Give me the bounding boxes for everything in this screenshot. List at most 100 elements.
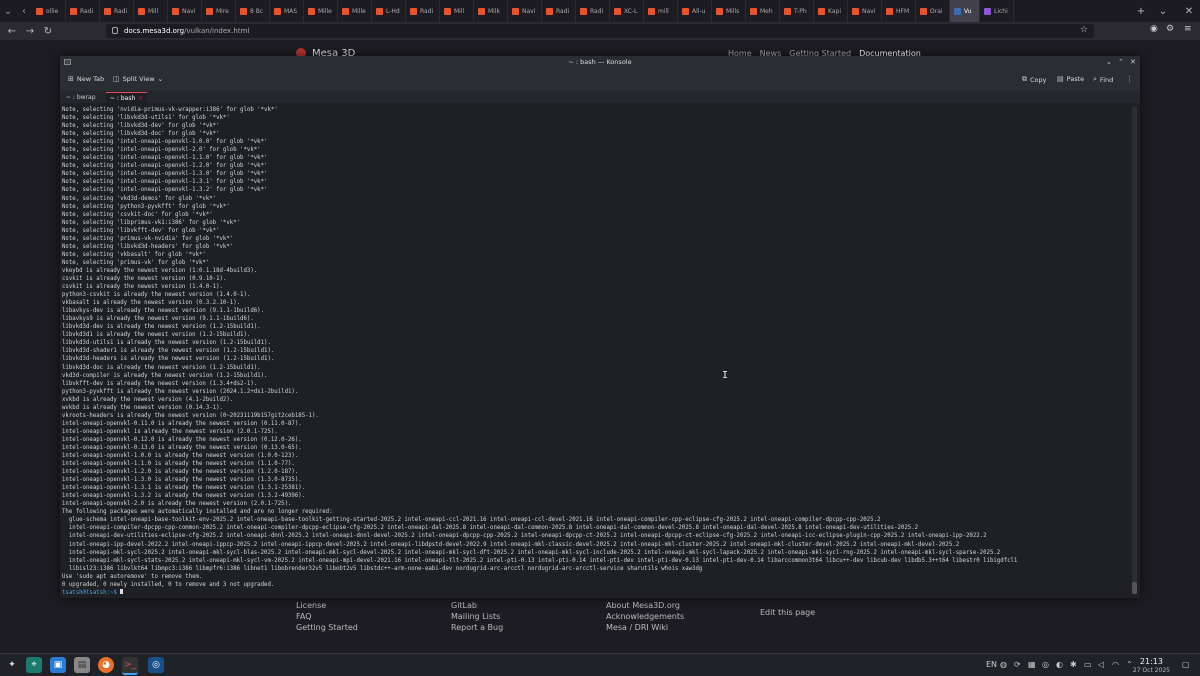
- footer-getting-started[interactable]: Getting Started: [296, 622, 358, 633]
- browser-tab[interactable]: ollie: [32, 0, 66, 22]
- location-pin-icon[interactable]: ⌖: [26, 657, 42, 673]
- terminal-line: libvkd3d-doc is already the newest versi…: [62, 364, 261, 371]
- browser-tab[interactable]: Radi: [66, 0, 100, 22]
- tab-bash[interactable]: ~ : bash ✕: [106, 92, 148, 103]
- browser-tab[interactable]: Radi: [406, 0, 440, 22]
- browser-tab[interactable]: Mills: [712, 0, 746, 22]
- tab-scroll-left-icon[interactable]: ‹: [16, 0, 32, 22]
- browser-tab[interactable]: Navi: [168, 0, 202, 22]
- maximize-icon[interactable]: ⌃: [1118, 56, 1124, 69]
- hamburger-menu-icon[interactable]: ⋮: [1126, 75, 1133, 83]
- browser-tab[interactable]: Radi: [100, 0, 134, 22]
- favicon-icon: [410, 7, 417, 15]
- browser-tab[interactable]: Navi: [508, 0, 542, 22]
- volume-icon[interactable]: ◁: [1098, 660, 1104, 669]
- browser-tab[interactable]: MAS: [270, 0, 304, 22]
- browser-tab[interactable]: XC-L: [610, 0, 644, 22]
- footer-report-bug[interactable]: Report a Bug: [451, 622, 503, 633]
- terminal-output[interactable]: Note, selecting 'nvidia-primus-vk-wrappe…: [62, 106, 1130, 594]
- close-window-icon[interactable]: ✕: [1178, 0, 1200, 22]
- tray-expand-icon[interactable]: ⌃: [1126, 660, 1133, 669]
- split-view-button[interactable]: ◫ Split View ⌄: [113, 75, 163, 83]
- footer-mailing-lists[interactable]: Mailing Lists: [451, 611, 503, 622]
- copy-button[interactable]: ⧉ Copy: [1022, 75, 1047, 84]
- browser-tab[interactable]: Mill: [134, 0, 168, 22]
- tab-list-icon[interactable]: ⌄: [0, 0, 16, 22]
- terminal-line: libvkd3d-dev is already the newest versi…: [62, 324, 261, 331]
- browser-tab[interactable]: All-u: [678, 0, 712, 22]
- terminal-line: glue-schema intel-oneapi-base-toolkit-en…: [62, 517, 881, 524]
- terminal-line: libavkys-dev is already the newest versi…: [62, 308, 265, 315]
- bluetooth-icon[interactable]: ✱: [1070, 660, 1077, 669]
- browser-tab[interactable]: Milk: [474, 0, 508, 22]
- paste-button[interactable]: ▤ Paste: [1057, 75, 1084, 83]
- bookmark-star-icon[interactable]: ☆: [1080, 25, 1088, 35]
- scrollbar-thumb[interactable]: [1132, 582, 1137, 594]
- browser-tab[interactable]: Kapi: [814, 0, 848, 22]
- tab-bwrap[interactable]: ~ : bwrap: [62, 92, 100, 102]
- browser-tab[interactable]: Mill: [440, 0, 474, 22]
- minimize-icon[interactable]: ⌄: [1106, 56, 1112, 69]
- browser-tab[interactable]: mill: [644, 0, 678, 22]
- updates-icon[interactable]: ⟳: [1014, 660, 1021, 669]
- browser-tab[interactable]: 8 Bc: [236, 0, 270, 22]
- show-desktop-icon[interactable]: ▢: [1182, 660, 1190, 669]
- browser-tab[interactable]: HFM: [882, 0, 916, 22]
- address-field[interactable]: docs.mesa3d.org/vulkan/index.html ☆: [106, 24, 1094, 38]
- browser-tab[interactable]: Mille: [304, 0, 338, 22]
- browser-tab[interactable]: Meh: [746, 0, 780, 22]
- steam-icon[interactable]: ◎: [148, 657, 164, 673]
- vpn-icon[interactable]: ◐: [1056, 660, 1063, 669]
- footer-acknowledgements[interactable]: Acknowledgements: [606, 611, 684, 622]
- firefox-icon[interactable]: ◕: [98, 657, 114, 673]
- terminal-line: Note, selecting 'intel-oneapi-openvkl-1.…: [62, 163, 268, 170]
- browser-tab[interactable]: Mire: [202, 0, 236, 22]
- close-tab-icon[interactable]: ✕: [138, 95, 143, 102]
- new-tab-icon[interactable]: +: [1130, 0, 1152, 22]
- wifi-icon[interactable]: ◠: [1112, 660, 1119, 669]
- footer-edit-page[interactable]: Edit this page: [760, 607, 815, 618]
- tab-overflow-icon[interactable]: ⌄: [1152, 0, 1174, 22]
- terminal-scrollbar[interactable]: [1132, 106, 1137, 594]
- forward-icon[interactable]: →: [22, 26, 38, 37]
- network-icon[interactable]: ◍: [1000, 660, 1007, 669]
- discover-icon[interactable]: ▣: [50, 657, 66, 673]
- favicon-icon: [512, 7, 519, 15]
- browser-tab[interactable]: Radi: [576, 0, 610, 22]
- footer-license[interactable]: License: [296, 600, 358, 611]
- terminal-line: Note, selecting 'libvkd3d-utils1' for gl…: [62, 115, 230, 122]
- konsole-taskbar-icon[interactable]: >_: [122, 657, 138, 675]
- browser-tab[interactable]: Orai: [916, 0, 950, 22]
- clipboard-icon[interactable]: ▦: [1028, 660, 1036, 669]
- app-launcher-icon[interactable]: ✦: [4, 657, 20, 673]
- browser-tab[interactable]: Mille: [338, 0, 372, 22]
- browser-tab-label: Mire: [216, 7, 229, 15]
- footer-gitlab[interactable]: GitLab: [451, 600, 503, 611]
- footer-wiki[interactable]: Mesa / DRI Wiki: [606, 622, 684, 633]
- footer-about[interactable]: About Mesa3D.org: [606, 600, 684, 611]
- konsole-app-icon: [64, 59, 71, 65]
- file-manager-icon[interactable]: ▤: [74, 657, 90, 673]
- browser-tab[interactable]: T-Ph: [780, 0, 814, 22]
- reload-icon[interactable]: ↻: [40, 26, 56, 37]
- browser-tab[interactable]: Navi: [848, 0, 882, 22]
- extensions-icon[interactable]: ⚙: [1166, 24, 1174, 34]
- close-icon[interactable]: ✕: [1130, 56, 1136, 69]
- browser-tab[interactable]: L-Hd: [372, 0, 406, 22]
- keyboard-layout[interactable]: EN: [986, 660, 997, 669]
- steam-tray-icon[interactable]: ◎: [1042, 660, 1049, 669]
- back-icon[interactable]: ←: [4, 26, 20, 37]
- browser-tab[interactable]: Radi: [542, 0, 576, 22]
- konsole-titlebar[interactable]: ~ : bash — Konsole ⌄ ⌃ ✕: [60, 56, 1140, 69]
- browser-tab[interactable]: Vu: [950, 0, 980, 22]
- browser-tab[interactable]: Lichi: [980, 0, 1014, 22]
- account-icon[interactable]: ◉: [1150, 24, 1158, 34]
- clock[interactable]: 21:13 27 Oct 2025: [1133, 657, 1170, 675]
- menu-icon[interactable]: ≡: [1184, 24, 1192, 34]
- new-tab-button[interactable]: ⊞ New Tab: [68, 75, 104, 83]
- tab-bash-label: ~ : bash: [110, 94, 136, 102]
- footer-faq[interactable]: FAQ: [296, 611, 358, 622]
- find-button[interactable]: ⌕ Find: [1093, 75, 1113, 84]
- battery-icon[interactable]: ▭: [1084, 660, 1092, 669]
- terminal-line: Note, selecting 'primus-vk-nvidia' for g…: [62, 235, 234, 242]
